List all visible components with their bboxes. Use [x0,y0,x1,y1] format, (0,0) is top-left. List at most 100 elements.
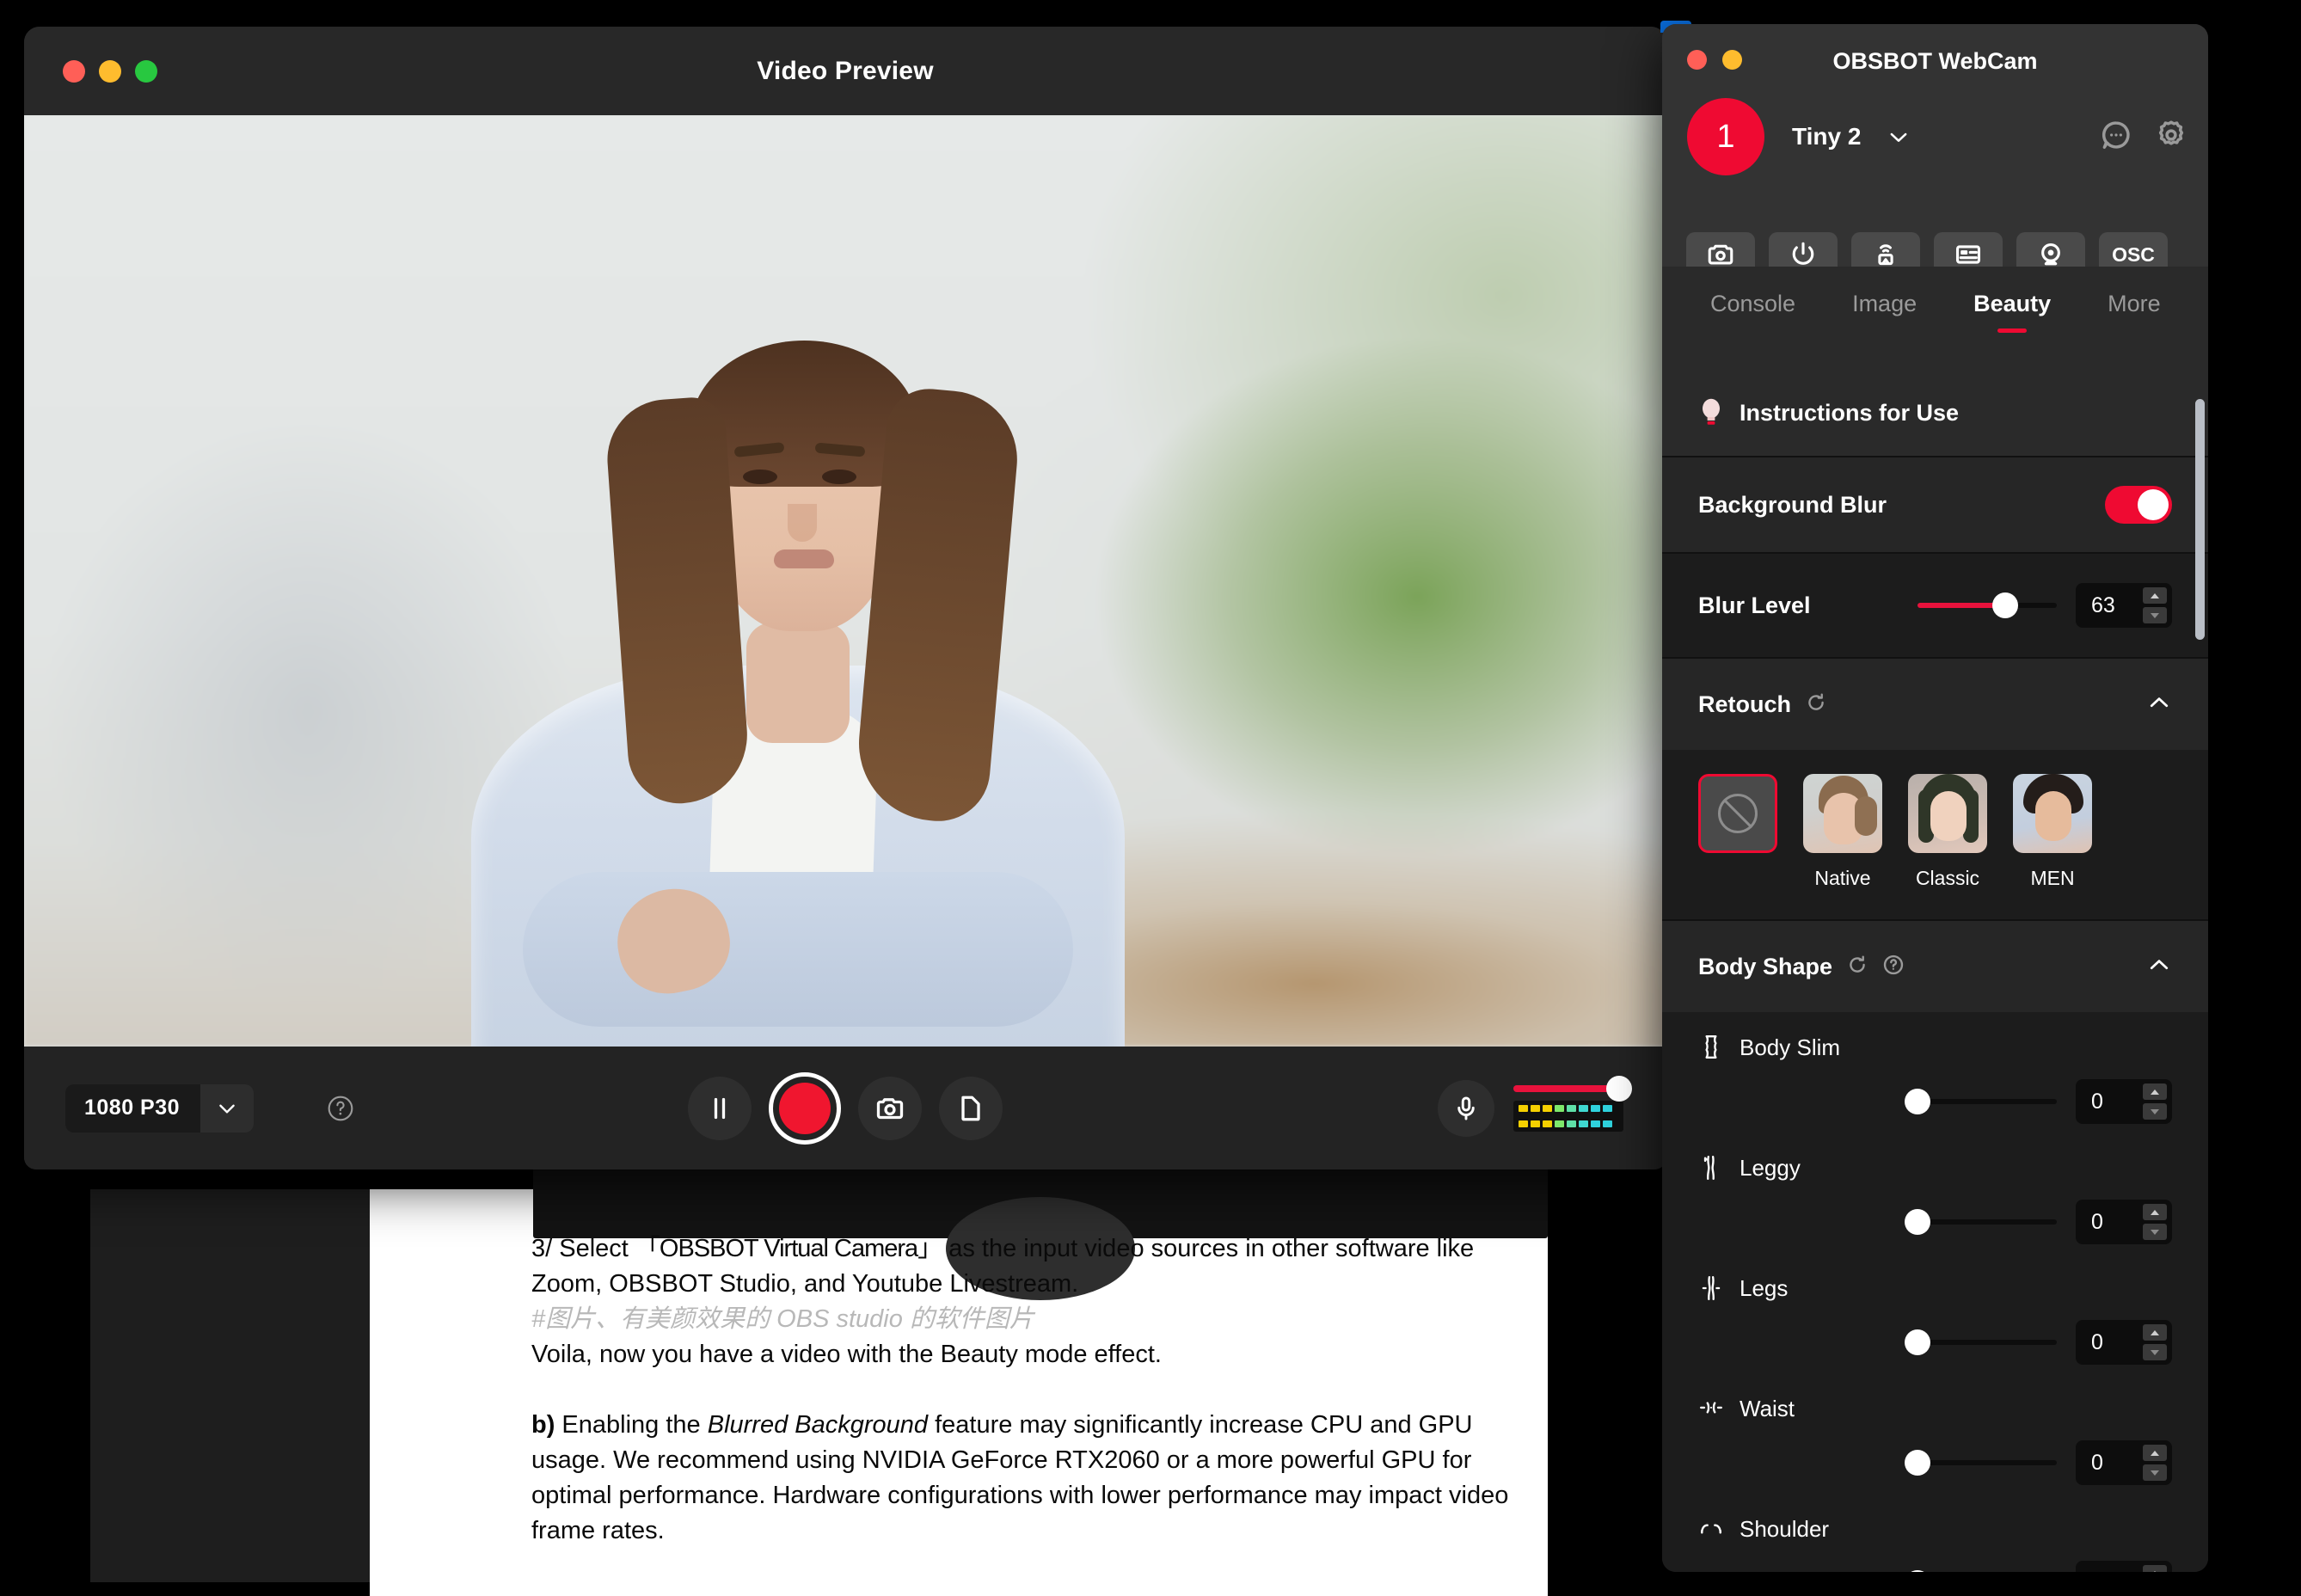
tab-beauty[interactable]: Beauty [1961,291,2063,333]
stepper-up-icon[interactable] [2143,1204,2167,1220]
subject-nose [788,504,817,542]
lightbulb-icon [1698,396,1724,429]
video-control-bar: 1080 P30 [24,1047,1666,1169]
video-preview-titlebar: Video Preview [24,27,1666,115]
body-slim-slider[interactable] [1905,1089,2057,1114]
leggy-stepper[interactable]: 0 [2076,1200,2172,1244]
retouch-preset-native[interactable]: Native [1803,774,1882,890]
leggy-icon [1698,1153,1724,1182]
reset-icon[interactable] [1805,691,1827,718]
stepper-up-icon[interactable] [2143,1324,2167,1341]
close-button[interactable] [63,59,85,83]
tab-console[interactable]: Console [1698,291,1807,317]
body-shape-section-header[interactable]: Body Shape [1662,921,2208,1012]
question-circle-icon[interactable] [327,1095,354,1122]
legs-stepper[interactable]: 0 [2076,1320,2172,1365]
stepper-down-icon[interactable] [2143,1103,2167,1120]
leggy-slider[interactable] [1905,1209,2057,1235]
stepper-up-icon[interactable] [2143,1445,2167,1461]
background-blur-row: Background Blur [1662,457,2208,552]
retouch-section-header[interactable]: Retouch [1662,659,2208,750]
panel-scrollbar[interactable] [2195,399,2205,640]
document-paragraph-2: Voila, now you have a video with the Bea… [531,1341,1162,1368]
tab-image[interactable]: Image [1840,291,1929,317]
legs-label: Legs [1740,1274,1789,1301]
face-native-thumb [1803,774,1882,853]
waist-stepper[interactable]: 0 [2076,1440,2172,1485]
leggy-knob[interactable] [1905,1209,1930,1235]
device-name: Tiny 2 [1792,123,1862,150]
device-row: 1 Tiny 2 [1687,98,2187,175]
stepper-down-icon[interactable] [2143,1344,2167,1360]
stepper-down-icon[interactable] [2143,1464,2167,1481]
obsbot-title: OBSBOT WebCam [1832,48,2038,74]
stepper-down-icon[interactable] [2143,607,2167,623]
waist-slider[interactable] [1905,1450,2057,1476]
stepper-up-icon[interactable] [2143,587,2167,604]
video-preview-window: Video Preview 1080 P30 [24,27,1666,1169]
blur-level-knob[interactable] [1992,592,2019,618]
shoulder-knob[interactable] [1905,1570,1930,1572]
obsbot-header: OBSBOT WebCam 1 Tiny 2 OSC [1662,24,2208,277]
document-paragraph-1: 3/ Select 「OBSBOT Virtual Camera」 as the… [531,1235,1475,1298]
record-icon [779,1082,831,1134]
shoulder-stepper[interactable]: 0 [2076,1561,2172,1572]
snapshot-button[interactable] [858,1076,922,1140]
microphone-button[interactable] [1438,1079,1494,1137]
stepper-up-icon[interactable] [2143,1083,2167,1100]
body-slim-knob[interactable] [1905,1089,1930,1114]
maximize-button[interactable] [135,59,157,83]
waist-icon [1698,1394,1724,1423]
chevron-down-icon[interactable] [1887,125,1911,149]
device-badge-number: 1 [1716,118,1735,155]
tab-more[interactable]: More [2095,291,2173,317]
legs-knob[interactable] [1905,1329,1930,1355]
volume-knob[interactable] [1606,1075,1632,1102]
question-circle-icon[interactable] [1882,954,1905,980]
blur-level-value: 63 [2091,592,2115,617]
blur-level-row: Blur Level 63 [1662,554,2208,657]
retouch-preset-none[interactable] [1698,774,1777,890]
document-paragraph-chinese: #图片、有美颜效果的 OBS studio 的软件图片 [531,1305,1034,1333]
record-button[interactable] [769,1071,841,1145]
meter-row-top [1519,1104,1618,1112]
shoulder-icon [1698,1514,1724,1544]
slider-legs: Legs 0 [1662,1253,2208,1373]
none-slash-icon [1698,774,1777,853]
instructions-for-use-link[interactable]: Instructions for Use [1662,370,2208,456]
retouch-preset-classic[interactable]: Classic [1908,774,1987,890]
retouch-title: Retouch [1698,691,1791,717]
body-slim-stepper[interactable]: 0 [2076,1079,2172,1124]
subject-neck [746,623,850,743]
obsbot-panel-body: Console Image Beauty More Instructions f… [1662,267,2208,1572]
folder-button[interactable] [939,1076,1003,1140]
retouch-presets: Native Classic MEN [1662,750,2208,919]
chevron-up-icon[interactable] [2146,690,2172,720]
stepper-down-icon[interactable] [2143,1224,2167,1240]
video-subject [24,115,1666,1047]
minimize-button[interactable] [99,59,121,83]
blur-level-stepper[interactable]: 63 [2076,583,2172,628]
slider-leggy: Leggy 0 [1662,1133,2208,1253]
legs-slider[interactable] [1905,1329,2057,1355]
resolution-select[interactable]: 1080 P30 [65,1083,255,1133]
background-blur-toggle[interactable] [2105,486,2172,524]
blur-level-slider[interactable] [1918,592,2057,618]
chat-bubble-icon[interactable] [2100,119,2132,156]
volume-slider[interactable] [1513,1075,1632,1102]
waist-label: Waist [1740,1395,1795,1421]
device-badge: 1 [1687,98,1764,175]
stepper-arrows [2143,587,2167,623]
gear-icon[interactable] [2155,119,2187,156]
chevron-down-icon[interactable] [200,1083,255,1133]
waist-knob[interactable] [1905,1450,1930,1476]
retouch-preset-men[interactable]: MEN [2013,774,2092,890]
reset-icon[interactable] [1846,954,1868,980]
tab-more-label: More [2108,291,2161,316]
pause-button[interactable] [688,1076,752,1140]
audio-controls [1438,1075,1632,1137]
no-sign-shape [1718,794,1758,833]
stepper-up-icon[interactable] [2143,1565,2167,1572]
chevron-up-icon[interactable] [2146,952,2172,982]
body-slim-icon [1698,1033,1724,1062]
